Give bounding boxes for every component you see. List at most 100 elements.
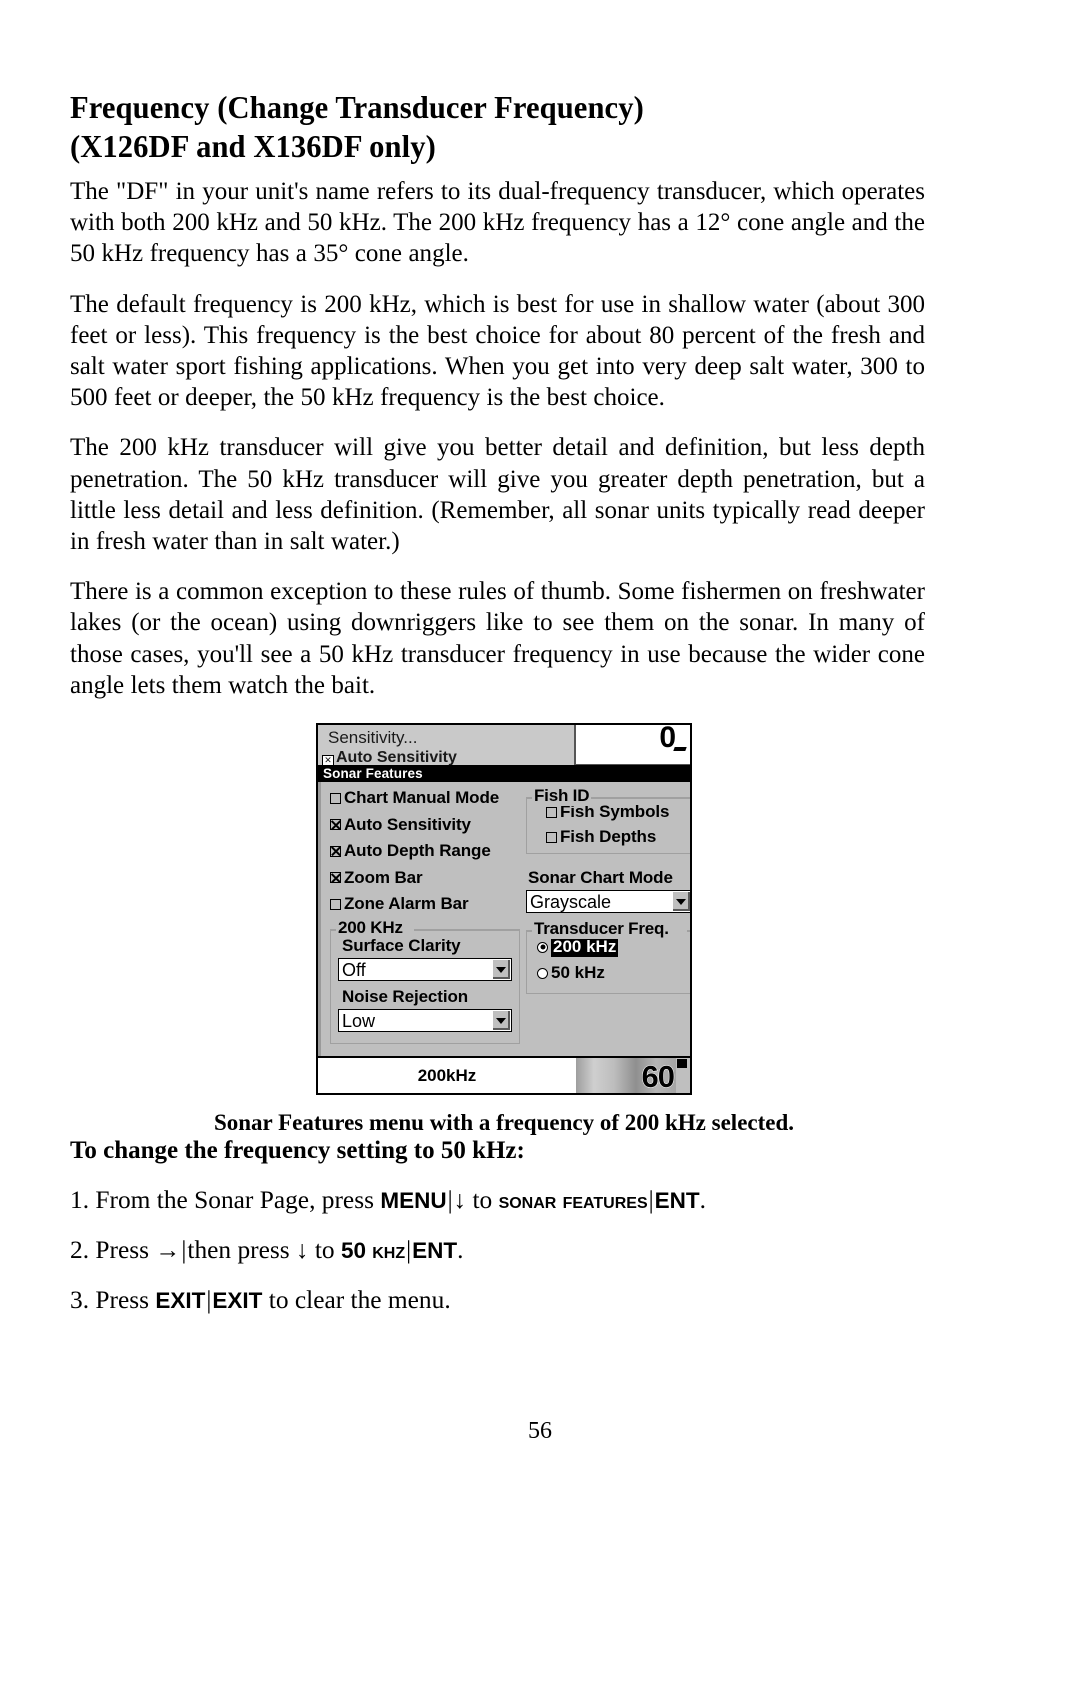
checkbox-icon[interactable] (330, 898, 341, 910)
dropdown-sonar-chart-mode[interactable]: Grayscale (526, 890, 690, 914)
dropdown-noise-rejection[interactable]: Low (338, 1009, 512, 1033)
step-text: Press (95, 1236, 150, 1265)
page-title-line-2: (X126DF and X136DF only) (70, 129, 436, 164)
page-title-line-1: Frequency (Change Transducer Frequency) (70, 90, 644, 125)
checkbox-chart-manual-mode[interactable]: Chart Manual Mode (330, 788, 520, 808)
checkbox-checked-icon[interactable] (330, 872, 341, 884)
group-title: Transducer Freq. (532, 919, 672, 940)
chevron-down-icon[interactable] (493, 1011, 510, 1031)
figure-caption: Sonar Features menu with a frequency of … (213, 1110, 795, 1136)
key-menu: MENU (380, 1188, 447, 1214)
bottom-marker-icon (677, 1059, 687, 1069)
body-paragraph-1: The "DF" in your unit's name refers to i… (70, 177, 925, 268)
checkbox-checked-icon[interactable] (330, 819, 341, 831)
step-text: then press (187, 1236, 290, 1265)
checkbox-checked-icon[interactable] (330, 845, 341, 857)
checkbox-label: Chart Manual Mode (344, 788, 500, 808)
checkbox-label: Auto Depth Range (344, 841, 491, 861)
body-paragraph-4: There is a common exception to these rul… (70, 577, 925, 699)
step-number: 3. (70, 1286, 90, 1315)
procedure-step-1: 1. From the Sonar Page, press MENU|↓ to … (70, 1185, 938, 1216)
depth-scale-tick-icon (673, 747, 687, 752)
body-paragraph-2: The default frequency is 200 kHz, which … (70, 289, 925, 412)
radio-icon[interactable] (537, 967, 548, 979)
radio-200-khz[interactable]: 200 kHz (537, 937, 685, 958)
checkbox-label: Zone Alarm Bar (344, 894, 469, 914)
radio-label: 200 kHz (551, 937, 619, 958)
background-menu-item-sensitivity: Sensitivity... (328, 728, 418, 748)
key-ent: ENT (412, 1238, 458, 1264)
checkbox-icon[interactable] (546, 806, 557, 818)
label-sonar-chart-mode: Sonar Chart Mode (528, 868, 673, 888)
dialog-titlebar: Sonar Features (318, 765, 690, 783)
checkbox-auto-sensitivity[interactable]: Auto Sensitivity (330, 815, 520, 835)
step-period: . (699, 1186, 707, 1215)
checkbox-zone-alarm-bar[interactable]: Zone Alarm Bar (330, 894, 520, 914)
procedure-step-2: 2. Press →|then press ↓ to 50 kHz|ENT. (70, 1235, 938, 1266)
radio-50-khz[interactable]: 50 kHz (537, 963, 685, 983)
dialog-left-column: Chart Manual Mode Auto Sensitivity Auto … (330, 788, 520, 1045)
depth-scale-column (676, 1058, 690, 1094)
dropdown-value: Grayscale (530, 892, 612, 913)
key-ent: ENT (654, 1188, 700, 1214)
radio-label: 50 kHz (551, 963, 605, 983)
group-border-segment (414, 929, 519, 931)
group-200-khz: 200 KHz Surface Clarity Off Noise Reject… (330, 918, 520, 1045)
checkbox-auto-depth-range[interactable]: Auto Depth Range (330, 841, 520, 861)
sonar-features-dialog: Chart Manual Mode Auto Sensitivity Auto … (318, 782, 690, 1057)
group-title: Fish ID (532, 786, 593, 807)
manual-page: Frequency (Change Transducer Frequency) … (0, 0, 1080, 1682)
label-surface-clarity: Surface Clarity (342, 936, 461, 956)
group-border-segment (687, 930, 690, 932)
step-text: to (314, 1236, 335, 1265)
group-fish-id: Fish ID Fish Symbols Fish Depths (526, 786, 690, 855)
radio-selected-icon[interactable] (537, 941, 548, 953)
field-sonar-chart-mode: Sonar Chart Mode Grayscale (526, 868, 690, 914)
step-text: to clear the menu. (268, 1286, 451, 1315)
group-title: 200 KHz (336, 918, 406, 939)
arrow-right-icon: → (155, 1237, 181, 1265)
checkbox-label: Fish Depths (560, 827, 657, 847)
device-screenshot: Sensitivity... ✕ Auto Sensitivity 0 Sonar… (316, 723, 692, 1096)
checkbox-zoom-bar[interactable]: Zoom Bar (330, 868, 520, 888)
dropdown-value: Low (342, 1011, 376, 1032)
step-text: From the Sonar Page, press (95, 1186, 374, 1215)
background-depth-scale: 0 (574, 725, 690, 766)
body-paragraph-3: The 200 kHz transducer will give you bet… (70, 433, 925, 556)
status-depth-readout: 60 (641, 1059, 676, 1095)
step-text: Press (95, 1286, 150, 1315)
arrow-down-icon: ↓ (453, 1187, 467, 1215)
step-period: . (457, 1236, 464, 1265)
chevron-down-icon[interactable] (673, 892, 690, 912)
procedure-step-3: 3. Press EXIT|EXIT to clear the menu. (70, 1285, 938, 1316)
arrow-down-icon: ↓ (296, 1237, 309, 1265)
procedure-heading: To change the frequency setting to 50 kH… (70, 1137, 525, 1165)
checkbox-icon[interactable] (546, 831, 557, 843)
device-status-bar: 200kHz 60 (318, 1056, 690, 1095)
page-content: Frequency (Change Transducer Frequency) … (70, 88, 938, 1316)
key-50-khz: 50 kHz (340, 1238, 406, 1264)
key-sonar-features: Sonar Features (498, 1188, 648, 1214)
status-frequency-readout: 200kHz (318, 1058, 576, 1094)
checkbox-fish-depths[interactable]: Fish Depths (546, 827, 684, 847)
step-number: 2. (70, 1236, 90, 1265)
page-title: Frequency (Change Transducer Frequency) … (70, 88, 912, 166)
step-number: 1. (70, 1186, 90, 1215)
dropdown-value: Off (342, 960, 366, 981)
step-text: to (472, 1186, 493, 1215)
label-noise-rejection: Noise Rejection (342, 987, 469, 1007)
key-exit: EXIT (212, 1288, 263, 1314)
key-exit: EXIT (155, 1288, 206, 1314)
chevron-down-icon[interactable] (493, 960, 510, 980)
dialog-right-column: Fish ID Fish Symbols Fish Depths Sonar C… (526, 784, 690, 995)
figure-sonar-features: Sensitivity... ✕ Auto Sensitivity 0 Sonar… (70, 723, 938, 1136)
background-sonar-menu: Sensitivity... ✕ Auto Sensitivity 0 (318, 725, 690, 780)
dropdown-surface-clarity[interactable]: Off (338, 958, 512, 982)
group-transducer-freq: Transducer Freq. 200 kHz 50 kHz (526, 919, 690, 995)
group-border-segment (591, 797, 690, 799)
checkbox-label: Auto Sensitivity (344, 814, 471, 834)
page-number: 56 (528, 1418, 552, 1444)
checkbox-icon[interactable] (330, 792, 341, 804)
checkbox-label: Zoom Bar (344, 867, 423, 887)
key-separator: | (447, 1187, 453, 1215)
